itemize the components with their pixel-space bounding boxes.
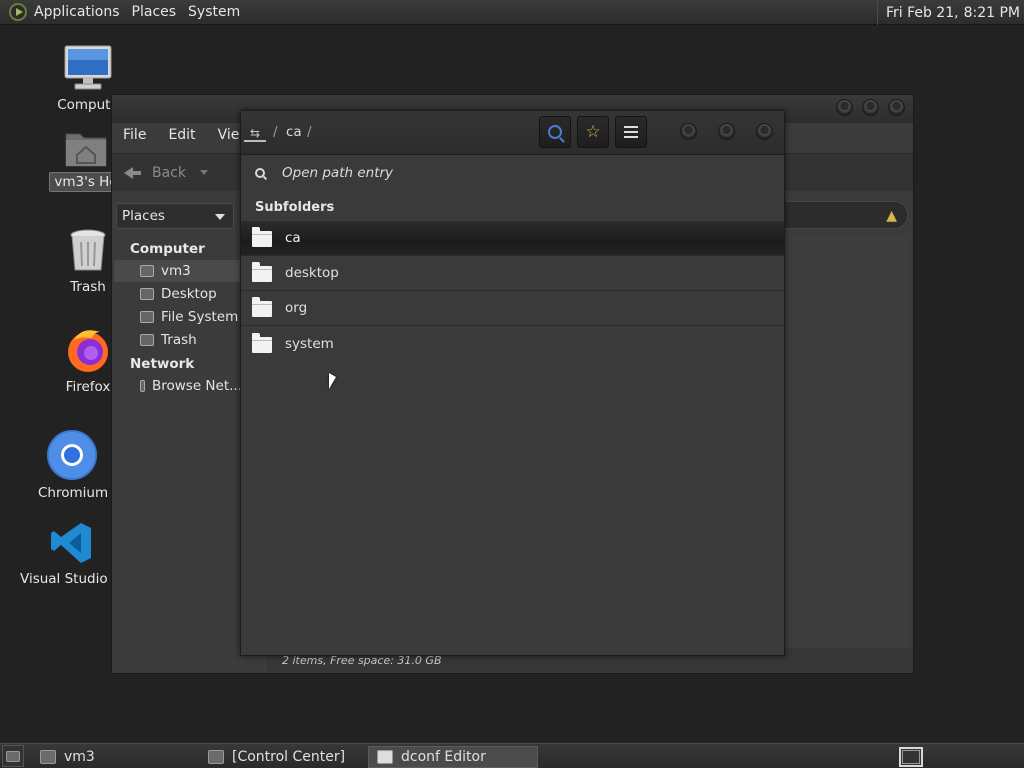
folder-label: ca (285, 230, 301, 246)
sidebar-item-file-system[interactable]: File System (114, 306, 242, 328)
hamburger-menu-icon (624, 126, 638, 138)
open-path-entry-label: Open path entry (282, 165, 394, 181)
path-separator-trailing: / (307, 124, 312, 140)
star-icon: ☆ (585, 121, 601, 142)
file-menu[interactable]: File (112, 127, 157, 143)
sidebar-heading-computer: Computer (130, 241, 205, 257)
chromium-icon (47, 430, 97, 480)
search-icon (548, 125, 562, 139)
sidebar-item-browse-network[interactable]: Browse Net... (114, 375, 242, 397)
open-path-entry[interactable]: Open path entry (241, 155, 784, 191)
maximize-button[interactable] (718, 123, 735, 140)
mouse-cursor-icon (329, 373, 336, 389)
show-desktop-icon (6, 750, 20, 762)
places-menu[interactable]: Places (132, 4, 185, 20)
clock-time: 8:21 PM (963, 4, 1020, 21)
desktop-icon-chromium[interactable]: Chromium (34, 430, 110, 502)
sidebar-heading-network: Network (130, 356, 195, 372)
clock[interactable]: Fri Feb 21, 8:21 PM (876, 0, 1024, 25)
search-button[interactable] (539, 116, 571, 148)
close-button[interactable] (888, 99, 905, 116)
drive-icon (140, 311, 154, 323)
computer-icon (64, 45, 112, 90)
firefox-icon (68, 330, 108, 372)
applications-menu[interactable]: Applications (34, 4, 128, 20)
list-item[interactable]: system (241, 326, 784, 361)
sidebar-item-label: Trash (161, 332, 197, 348)
home-folder-icon (65, 133, 107, 167)
places-dropdown-label: Places (122, 208, 165, 224)
sidebar-item-label: vm3 (161, 263, 191, 279)
folder-label: desktop (285, 265, 339, 281)
edit-menu[interactable]: Edit (157, 127, 206, 143)
sidebar-item-label: File System (161, 309, 239, 325)
sidebar-item-label: Browse Net... (151, 378, 242, 394)
broom-icon[interactable]: ▲ (886, 208, 897, 224)
vscode-icon (51, 523, 91, 563)
folder-icon (40, 750, 56, 764)
system-menu[interactable]: System (188, 4, 248, 20)
path-segment[interactable]: ca (286, 124, 302, 140)
sidebar-item-desktop[interactable]: Desktop (114, 283, 242, 305)
sidebar-item-label: Desktop (161, 286, 217, 302)
file-view[interactable] (782, 235, 908, 647)
task-label: [Control Center] (232, 749, 346, 765)
sidebar-item-vm3[interactable]: vm3 (114, 260, 242, 282)
folder-label: system (285, 335, 334, 352)
folder-label: org (285, 300, 308, 316)
desktop-label-trash: Trash (70, 279, 106, 295)
subfolders-heading: Subfolders (255, 200, 335, 215)
dconf-editor-icon (377, 750, 393, 764)
subfolder-list: ca desktop org system (241, 221, 784, 361)
minimize-button[interactable] (680, 123, 697, 140)
desktop-label-chromium: Chromium (38, 485, 109, 501)
task-label: dconf Editor (401, 749, 486, 765)
folder-icon (252, 332, 272, 353)
top-panel: Applications Places System Fri Feb 21, 8… (0, 0, 1024, 25)
network-icon (140, 380, 145, 392)
path-switch-icon[interactable]: ⇆ (250, 126, 260, 140)
path-separator-root[interactable]: / (273, 124, 278, 140)
show-desktop-button[interactable] (2, 745, 24, 767)
chevron-down-icon[interactable] (200, 170, 208, 175)
chevron-down-icon (215, 214, 225, 220)
list-item[interactable]: org (241, 291, 784, 326)
clock-date: Fri Feb 21, (885, 4, 959, 21)
task-control-center[interactable]: [Control Center] (200, 746, 368, 768)
desktop-folder-icon (140, 288, 154, 300)
back-button[interactable]: Back (122, 163, 208, 183)
desktop-label-firefox: Firefox (65, 379, 111, 395)
dconf-header-bar[interactable]: ⇆ / ca / ☆ (241, 111, 784, 155)
places-dropdown[interactable]: Places (116, 203, 234, 229)
task-dconf-editor[interactable]: dconf Editor (368, 746, 538, 768)
menu-logo-icon[interactable] (9, 3, 27, 21)
bookmark-button[interactable]: ☆ (577, 116, 609, 148)
home-icon (140, 265, 154, 277)
trash-icon (140, 334, 154, 346)
task-label: vm3 (64, 749, 95, 765)
close-button[interactable] (756, 123, 773, 140)
back-button-label: Back (152, 164, 186, 181)
control-center-icon (208, 750, 224, 764)
workspace-switcher[interactable] (899, 747, 923, 767)
main-menu-button[interactable] (615, 116, 647, 148)
path-switch-underline (244, 140, 266, 142)
list-item[interactable]: ca (241, 221, 784, 256)
dconf-editor-window: ⇆ / ca / ☆ Open path entry Subfolders ca… (240, 110, 785, 656)
minimize-button[interactable] (836, 99, 853, 116)
location-bar[interactable]: ▲ (782, 201, 908, 229)
maximize-button[interactable] (862, 99, 879, 116)
search-icon (255, 168, 265, 178)
list-item[interactable]: desktop (241, 256, 784, 291)
task-vm3[interactable]: vm3 (32, 746, 200, 768)
folder-icon (252, 262, 272, 282)
sidebar-item-trash[interactable]: Trash (114, 329, 242, 351)
folder-icon (252, 297, 272, 317)
places-sidebar: Places Computer vm3 Desktop File System … (112, 195, 242, 673)
trash-icon (70, 229, 106, 271)
bottom-taskbar: vm3 [Control Center] dconf Editor (0, 743, 1024, 768)
folder-icon (252, 227, 272, 247)
back-arrow-icon (122, 163, 142, 183)
